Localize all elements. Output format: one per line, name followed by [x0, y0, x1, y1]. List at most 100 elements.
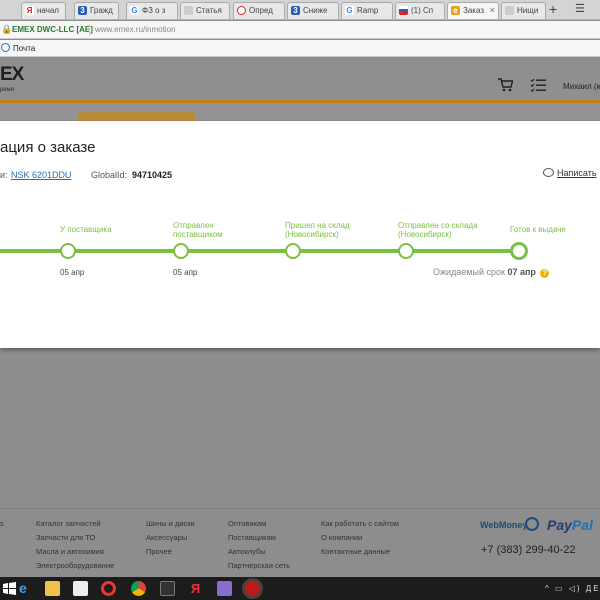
expected-date: 07 апр [507, 267, 536, 277]
browser-tab[interactable]: G Ramp [341, 2, 393, 19]
browser-tab[interactable]: Опред [233, 2, 285, 19]
footer-link[interactable]: Каталог запчастей [36, 517, 114, 531]
os-taskbar: e Я ^ ▭ ◁) ДЕ [0, 577, 600, 600]
cart-icon[interactable] [497, 77, 513, 93]
tab-label: Сниже [303, 6, 328, 15]
step-date: 05 апр [173, 268, 198, 277]
emex-logo[interactable]: EX [0, 64, 24, 86]
step-node-final [510, 242, 528, 260]
edge-icon[interactable]: e [19, 581, 34, 596]
media-icon[interactable] [160, 581, 175, 596]
tab-label: Статья [196, 6, 222, 15]
timeline-progress-line [0, 249, 513, 253]
google-icon: G [345, 6, 354, 15]
expected-label: Ожидаемый срок [433, 267, 505, 277]
step-date: 05 апр [60, 268, 85, 277]
phone-number: +7 (383) 299-40-22 [481, 544, 576, 556]
explorer-icon[interactable] [45, 581, 60, 596]
browser-tab[interactable]: 3 Сниже [287, 2, 339, 19]
tab-label: начал [37, 6, 59, 15]
tab-label: (1) Сп [411, 6, 434, 15]
store-icon[interactable] [73, 581, 88, 596]
url-text[interactable]: www.emex.ru/inmotion [95, 25, 175, 34]
step-label: Готов к выдаче [510, 225, 566, 234]
step-label: Пришел на склад (Новосибирск) [285, 221, 350, 239]
site-footer: s Каталог запчастей Запчасти для ТО Масл… [0, 508, 600, 576]
order-info-modal: ация о заказе и: NSK 6201DDU GlobalId: 9… [0, 121, 600, 348]
address-divider [89, 24, 90, 36]
doc-icon [505, 6, 514, 15]
opera-icon[interactable] [101, 581, 116, 596]
address-bar[interactable]: 🔒 EMEX DWC-LLC [AE] www.emex.ru/inmotion [0, 21, 600, 39]
close-tab-icon[interactable]: × [490, 3, 495, 18]
step-label: Отправлен поставщиком [173, 221, 223, 239]
step-node [173, 243, 189, 259]
help-icon[interactable]: ? [540, 269, 550, 278]
tab-label: ФЗ о з [142, 6, 166, 15]
footer-link[interactable]: Оптовикам [228, 517, 290, 531]
google-icon: G [130, 6, 139, 15]
nav-tab-active[interactable] [78, 112, 195, 121]
order-list-icon[interactable] [530, 78, 546, 92]
flag-icon [399, 6, 408, 15]
step-node [285, 243, 301, 259]
yandex-icon: Я [25, 6, 34, 15]
browser-tab[interactable]: G ФЗ о з [126, 2, 178, 19]
footer-link[interactable]: Масла и автохимия [36, 545, 114, 559]
three-icon: 3 [291, 6, 300, 15]
windows-start-icon[interactable] [2, 581, 17, 596]
logo-tagline: ремя [0, 87, 15, 93]
site-header: EX ремя Михаил (ю [0, 58, 600, 102]
footer-link[interactable]: Шины и диски [146, 517, 195, 531]
tab-label: Заказ [463, 6, 484, 15]
footer-link[interactable]: s [0, 517, 4, 531]
browser-tab[interactable]: Я начал [21, 2, 66, 19]
three-icon: 3 [78, 6, 87, 15]
browser-tab[interactable]: (1) Сп [395, 2, 445, 19]
browser-tabstrip: Я начал 3 Гражд G ФЗ о з Статья Опред 3 … [0, 0, 600, 20]
order-status-timeline: У поставщика 05 апр Отправлен поставщиком… [0, 121, 600, 348]
browser-tab[interactable]: Статья [180, 2, 230, 19]
browser-tab-active[interactable]: e Заказ × [447, 2, 499, 19]
certificate-label: EMEX DWC-LLC [AE] [12, 25, 93, 34]
browser-tab[interactable]: 3 Гражд [74, 2, 119, 19]
webmoney-globe-icon [525, 517, 539, 531]
user-name[interactable]: Михаил (ю [563, 82, 600, 91]
footer-link[interactable]: О компании [321, 531, 399, 545]
footer-link[interactable]: Автоклубы [228, 545, 290, 559]
tab-label: Нищи [517, 6, 539, 15]
webmoney-logo[interactable]: WebMoney [480, 520, 527, 530]
footer-link[interactable]: Контактные данные [321, 545, 399, 559]
step-node [60, 243, 76, 259]
paypal-logo[interactable]: PayPal [547, 517, 593, 533]
doc-icon [184, 6, 193, 15]
footer-link[interactable]: Электрооборудование [36, 559, 114, 573]
tab-label: Гражд [90, 6, 113, 15]
opera-active-icon[interactable] [245, 581, 260, 596]
footer-link[interactable]: Как работать с сайтом [321, 517, 399, 531]
footer-link[interactable]: Аксессуары [146, 531, 195, 545]
footer-link[interactable]: Прочее [146, 545, 195, 559]
expected-date-row: Ожидаемый срок 07 апр ? [433, 267, 550, 278]
yandex-icon[interactable]: Я [188, 581, 203, 596]
step-label: У поставщика [60, 225, 112, 234]
system-tray[interactable]: ^ ▭ ◁) ДЕ [545, 584, 600, 593]
tab-label: Ramp [357, 6, 379, 15]
footer-link[interactable]: Запчасти для ТО [36, 531, 114, 545]
step-label: Отправлен со склада (Новосибирск) [398, 221, 478, 239]
footer-link[interactable]: Партнерская сеть [228, 559, 290, 573]
browser-menu-icon[interactable]: ☰ [575, 1, 585, 18]
footer-column: Как работать с сайтом О компании Контакт… [321, 517, 399, 559]
footer-column: Шины и диски Аксессуары Прочее [146, 517, 195, 559]
browser-tab[interactable]: Нищи [501, 2, 546, 19]
player-icon[interactable] [217, 581, 232, 596]
mail-icon [1, 43, 10, 52]
lock-icon: 🔒 [1, 24, 13, 34]
footer-link[interactable]: Поставщикам [228, 531, 290, 545]
footer-column: Оптовикам Поставщикам Автоклубы Партнерс… [228, 517, 290, 573]
bookmark-mail[interactable]: Почта [13, 44, 35, 53]
chrome-icon[interactable] [131, 581, 146, 596]
new-tab-button[interactable]: + [549, 1, 557, 18]
footer-column: Каталог запчастей Запчасти для ТО Масла … [36, 517, 114, 573]
emex-icon: e [451, 6, 460, 15]
